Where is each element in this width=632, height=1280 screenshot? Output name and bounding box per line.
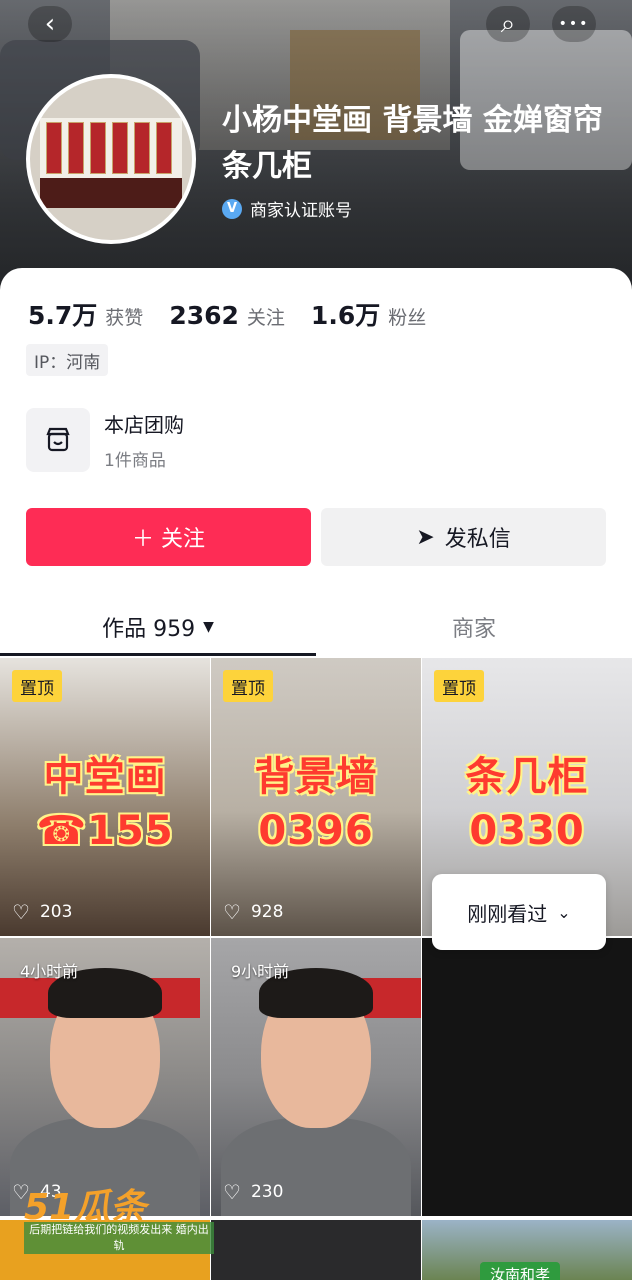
video-thumbnail[interactable]: 置顶 背景墙 0396 ♡ 928	[211, 658, 421, 936]
group-buy-text: 本店团购 1件商品	[104, 409, 184, 471]
heart-icon: ♡	[12, 900, 30, 924]
road-sign: 汝南和孝	[480, 1262, 561, 1280]
stat-number: 2362	[169, 301, 239, 330]
stats-row: 5.7万 获赞 2362 关注 1.6万 粉丝	[28, 296, 452, 332]
stat-followers[interactable]: 1.6万 粉丝	[311, 296, 426, 332]
like-number: 928	[250, 902, 284, 922]
avatar-cabinet	[40, 178, 182, 208]
thumbnail-caption: 中堂画	[43, 754, 167, 800]
thumbnail-caption: 条几柜	[465, 754, 589, 800]
pinned-badge: 置顶	[223, 670, 273, 702]
chevron-down-icon: ⌄	[557, 902, 571, 922]
pinned-badge: 置顶	[12, 670, 62, 702]
recently-viewed-label: 刚刚看过	[467, 901, 548, 926]
stat-likes[interactable]: 5.7万 获赞	[28, 296, 143, 332]
video-thumbnail[interactable]: 置顶 中堂画 ☎155 ♡ 203	[0, 658, 210, 936]
tab-underline	[0, 653, 316, 656]
profile-tabs: 作品 959 ▼ 商家	[0, 598, 632, 656]
thumbnail-caption: ☎155	[36, 808, 174, 854]
profile-card: 5.7万 获赞 2362 关注 1.6万 粉丝 IP：河南 本店团购 1件商品 …	[0, 268, 632, 1280]
like-number: 203	[39, 902, 73, 922]
verify-text: 商家认证账号	[250, 201, 352, 221]
send-icon: ➤	[416, 524, 435, 550]
stat-label: 粉丝	[388, 307, 427, 329]
more-glyph: •••	[558, 16, 590, 32]
like-count: ♡ 230	[223, 1180, 283, 1204]
avatar[interactable]	[26, 74, 196, 244]
avatar-panel	[156, 122, 172, 174]
back-glyph: ‹	[44, 9, 56, 39]
video-thumbnail[interactable]	[422, 938, 632, 1216]
post-time: 4小时前	[20, 962, 79, 981]
caret-down-icon: ▼	[203, 619, 214, 635]
back-icon[interactable]: ‹	[28, 6, 72, 42]
heart-icon: ♡	[223, 900, 241, 924]
like-number: 230	[250, 1182, 284, 1202]
shop-icon-svg	[46, 427, 70, 452]
avatar-panel	[46, 122, 62, 174]
tab-works-label: 作品 959	[102, 617, 196, 642]
search-glyph: ⌕	[500, 8, 516, 39]
group-buy-title: 本店团购	[104, 413, 184, 437]
more-icon[interactable]: •••	[552, 6, 596, 42]
avatar-panel	[68, 122, 84, 174]
like-count: ♡ 203	[12, 900, 72, 924]
avatar-panel	[90, 122, 106, 174]
avatar-panel	[112, 122, 128, 174]
stat-number: 1.6万	[310, 301, 381, 330]
verified-icon: V	[222, 198, 242, 219]
ip-location-tag: IP：河南	[26, 344, 109, 376]
video-thumbnail[interactable]: 4小时前 ♡ 43	[0, 938, 210, 1216]
pinned-badge: 置顶	[434, 670, 484, 702]
group-buy-entry[interactable]: 本店团购 1件商品	[26, 408, 184, 472]
follow-button[interactable]: ＋ 关注	[26, 508, 311, 566]
heart-icon: ♡	[223, 1180, 241, 1204]
like-count: ♡ 928	[223, 900, 283, 924]
tab-works[interactable]: 作品 959 ▼	[0, 598, 316, 656]
video-thumbnail[interactable]	[211, 1220, 421, 1280]
thumbnail-caption: 0330	[469, 808, 585, 854]
stat-following[interactable]: 2362 关注	[169, 301, 285, 330]
avatar-panel	[134, 122, 150, 174]
verify-badge[interactable]: V 商家认证账号	[222, 196, 352, 221]
profile-name: 小杨中堂画 背景墙 金婵窗帘 条几柜	[222, 103, 603, 184]
stat-number: 5.7万	[28, 301, 98, 330]
thumbnail-subtitle: 后期把链给我们的视频发出来 婚内出轨	[24, 1222, 214, 1254]
message-button[interactable]: ➤ 发私信	[321, 508, 606, 566]
thumbnail-caption: 背景墙	[254, 754, 378, 800]
search-icon[interactable]: ⌕	[486, 6, 530, 42]
recently-viewed-button[interactable]: 刚刚看过 ⌄	[432, 874, 606, 950]
stat-label: 关注	[246, 307, 285, 329]
shop-icon	[26, 408, 90, 472]
group-buy-subtitle: 1件商品	[104, 451, 166, 471]
stat-label: 获赞	[105, 307, 144, 329]
thumbnail-caption: 0396	[258, 808, 374, 854]
tab-shop[interactable]: 商家	[316, 598, 632, 656]
message-label: 发私信	[444, 527, 511, 552]
post-time: 9小时前	[231, 962, 290, 981]
video-thumbnail[interactable]: 9小时前 ♡ 230	[211, 938, 421, 1216]
